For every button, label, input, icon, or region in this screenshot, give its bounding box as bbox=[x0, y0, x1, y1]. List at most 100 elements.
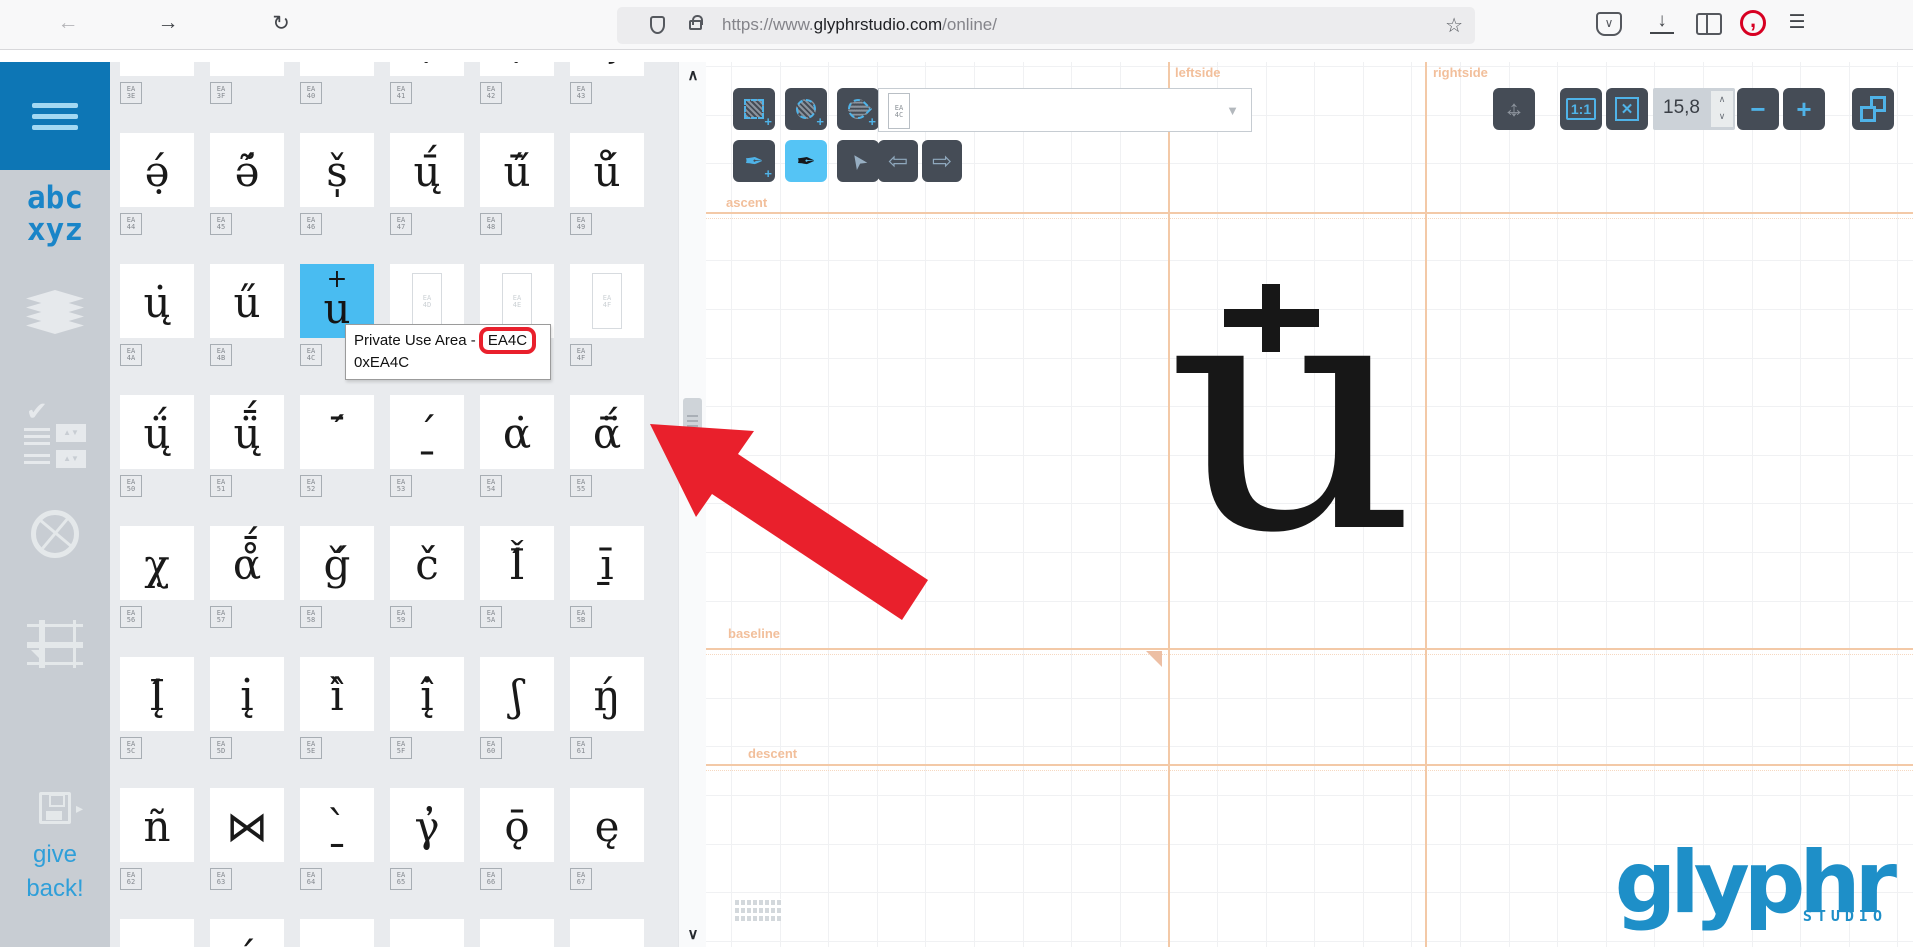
glyph-cell[interactable]: č́ bbox=[390, 526, 464, 600]
glyph-cell[interactable]: ə̃́ bbox=[210, 133, 284, 207]
glyph-cell[interactable] bbox=[120, 62, 194, 76]
glyph-cell[interactable]: χ̣ bbox=[120, 526, 194, 600]
sidebar-item-overview[interactable]: ✔ ▲▼ ▲▼ bbox=[0, 402, 110, 468]
browser-menu-icon[interactable]: ☰ bbox=[1782, 11, 1812, 34]
next-glyph-button[interactable]: ⇨ bbox=[922, 140, 962, 182]
zoom-spinner[interactable]: ∧ ∨ bbox=[1711, 91, 1733, 127]
lock-icon[interactable] bbox=[689, 20, 702, 30]
spinner-up-icon[interactable]: ∧ bbox=[1711, 91, 1733, 108]
overlay-glyphs-button[interactable] bbox=[1852, 88, 1894, 130]
glyph-cell[interactable]: ạ bbox=[390, 62, 464, 76]
scrollbar-thumb[interactable] bbox=[683, 398, 702, 444]
glyph-cell[interactable]: ŋ́ bbox=[570, 657, 644, 731]
glyph-cell[interactable] bbox=[210, 62, 284, 76]
glyph-cell[interactable]: ⋈ bbox=[210, 788, 284, 862]
glyph-cell[interactable]: į̂̇ bbox=[390, 657, 464, 731]
glyph-cell[interactable] bbox=[300, 919, 374, 947]
glyph-cell[interactable]: ᾱ̈́ bbox=[570, 395, 644, 469]
sidebar-item-save[interactable]: ▸ bbox=[0, 792, 110, 824]
zoom-fit-button[interactable]: ✕ bbox=[1606, 88, 1648, 130]
glyph-cell[interactable]: ə̣́ bbox=[120, 133, 194, 207]
glyph-cell[interactable]: ς bbox=[570, 62, 644, 76]
canvas-gridline bbox=[1266, 62, 1267, 947]
glyph-cell[interactable] bbox=[390, 919, 464, 947]
glyph-cell[interactable]: ų̇ bbox=[120, 264, 194, 338]
glyph-cell[interactable]: ˍ́ bbox=[390, 395, 464, 469]
glyph-cell[interactable]: į̇ bbox=[210, 657, 284, 731]
glyph-cell[interactable]: ı̂̀ bbox=[300, 657, 374, 731]
zoom-in-button[interactable]: + bbox=[1783, 88, 1825, 130]
glyph-cell[interactable]: ų̈̄́ bbox=[210, 395, 284, 469]
glyph-cell[interactable]: ǧ́ bbox=[300, 526, 374, 600]
glyph-cell[interactable]: α̇ bbox=[480, 395, 554, 469]
glyph-cell[interactable]: ǭ bbox=[480, 788, 554, 862]
zoom-value-field[interactable]: 15,8 ∧ ∨ bbox=[1653, 88, 1735, 130]
glyph-cell[interactable]: ů́ bbox=[570, 133, 644, 207]
glyph-code-badge: EA41 bbox=[390, 82, 412, 104]
extension-badge-icon[interactable]: , bbox=[1740, 10, 1766, 36]
pocket-icon[interactable]: ∨ bbox=[1596, 12, 1622, 36]
zoom-1to1-button[interactable]: 1:1 bbox=[1560, 88, 1602, 130]
glyph-cell[interactable]: ū̋ bbox=[480, 133, 554, 207]
url-bar[interactable]: https://www.glyphrstudio.com/online/ ☆ bbox=[617, 7, 1475, 44]
spinner-down-icon[interactable]: ∨ bbox=[1711, 108, 1733, 125]
glyph-cell[interactable] bbox=[570, 919, 644, 947]
glyph-cell[interactable]: π bbox=[120, 919, 194, 947]
glyph-cell[interactable]: α̊̄́ bbox=[210, 526, 284, 600]
pen-tool-button[interactable]: ✒ bbox=[785, 140, 827, 182]
pan-tool-button[interactable]: ↔ ↕ bbox=[1493, 88, 1535, 130]
browser-reload-icon[interactable]: ↻ bbox=[266, 11, 296, 36]
oval-shape-icon bbox=[796, 99, 816, 119]
baseline-label: baseline bbox=[728, 626, 780, 641]
glyph-code-badge: EA3E bbox=[120, 82, 142, 104]
prev-glyph-button[interactable]: ⇦ bbox=[878, 140, 918, 182]
new-path-shape-button[interactable]: + bbox=[837, 88, 879, 130]
tooltip-line1: Private Use Area - EA4C bbox=[354, 330, 542, 352]
glyph-cell[interactable]: Ǐ́ bbox=[480, 526, 554, 600]
glyph-cell[interactable]: ạ bbox=[480, 62, 554, 76]
canvas-gridline bbox=[1023, 62, 1024, 947]
bookmark-star-icon[interactable]: ☆ bbox=[1445, 13, 1463, 38]
tracking-shield-icon[interactable] bbox=[650, 16, 665, 34]
add-path-point-button[interactable]: ✒+ bbox=[733, 140, 775, 182]
glyph-cell[interactable]: ˋ̱ bbox=[300, 788, 374, 862]
sidebar-item-guides[interactable] bbox=[0, 620, 110, 668]
glyph-cell[interactable]: γ̓ bbox=[390, 788, 464, 862]
pointer-tool-button[interactable]: ➤ bbox=[837, 140, 879, 182]
sidebar-item-layers[interactable] bbox=[0, 290, 110, 334]
glyph-cell[interactable]: EA4F bbox=[570, 264, 644, 338]
give-back-link-2[interactable]: back! bbox=[0, 875, 110, 903]
edit-canvas[interactable]: ascent baseline descent leftside rightsi… bbox=[706, 62, 1913, 947]
new-rect-shape-button[interactable]: + bbox=[733, 88, 775, 130]
glyph-cell[interactable]: ʃ bbox=[480, 657, 554, 731]
browser-back-icon[interactable]: ← bbox=[53, 11, 83, 35]
sidebar-item-glyph-edit[interactable]: abc xyz bbox=[0, 182, 110, 246]
scroll-down-icon[interactable]: ∨ bbox=[679, 925, 707, 943]
new-oval-shape-button[interactable]: + bbox=[785, 88, 827, 130]
glyph-cell[interactable]: Į́ bbox=[120, 657, 194, 731]
download-icon[interactable]: ↓ bbox=[1650, 10, 1674, 34]
glyph-code-badge: EA62 bbox=[120, 868, 142, 890]
glyph-cell[interactable]: ˉ́ bbox=[300, 395, 374, 469]
glyph-cell[interactable]: ι bbox=[300, 62, 374, 76]
scroll-up-icon[interactable]: ∧ bbox=[679, 66, 707, 84]
glyph-cell[interactable]: ų̄́ bbox=[390, 133, 464, 207]
sidebar-toggle-icon[interactable] bbox=[1696, 13, 1722, 35]
glyph-cell[interactable]: ī̱ bbox=[570, 526, 644, 600]
browser-forward-icon[interactable]: → bbox=[153, 11, 183, 35]
glyph-cell[interactable]: ű bbox=[210, 264, 284, 338]
glyph-select-dropdown[interactable]: EA4C ▼ bbox=[878, 88, 1252, 132]
descent-guide bbox=[706, 764, 1913, 766]
give-back-link[interactable]: give bbox=[0, 841, 110, 869]
glyph-cell[interactable] bbox=[480, 919, 554, 947]
sidebar-item-history[interactable] bbox=[0, 510, 110, 558]
annotation-red-highlight: EA4C bbox=[479, 327, 536, 354]
glyph-cell[interactable]: ų̈́ bbox=[120, 395, 194, 469]
glyph-cell[interactable]: ñ bbox=[120, 788, 194, 862]
zoom-out-button[interactable]: − bbox=[1737, 88, 1779, 130]
glyph-grid-scrollbar[interactable]: ∧ ∨ bbox=[678, 62, 706, 947]
glyph-cell[interactable]: š̩ bbox=[300, 133, 374, 207]
sidebar-menu-button[interactable] bbox=[0, 62, 110, 170]
glyph-cell[interactable]: ę bbox=[570, 788, 644, 862]
glyph-cell[interactable]: ή bbox=[210, 919, 284, 947]
